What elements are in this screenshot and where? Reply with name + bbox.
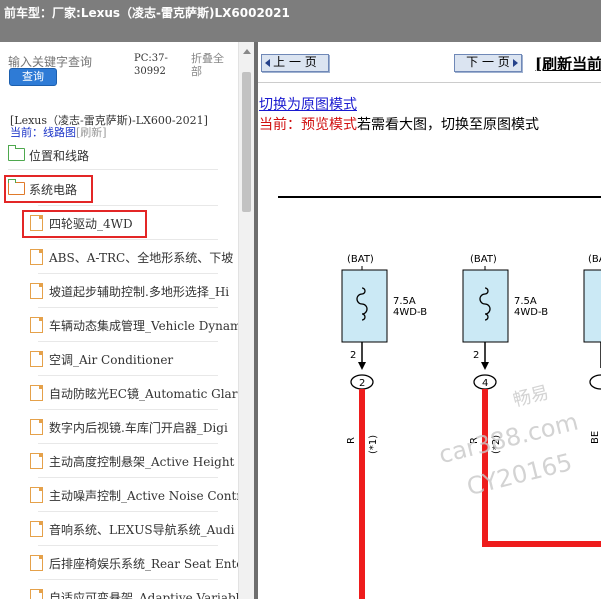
tree-label: 主动噪声控制_Active Noise Contr bbox=[49, 489, 238, 503]
tree-item[interactable]: 空调_Air Conditioner bbox=[30, 346, 238, 372]
tree-folder-system-circuit[interactable]: 系统电路 bbox=[8, 176, 208, 202]
switch-original-mode-link[interactable]: 切换为原图模式 bbox=[259, 94, 357, 114]
tree-label: 坡道起步辅助控制.多地形选择_Hi bbox=[49, 285, 230, 299]
fuse-2-box bbox=[462, 269, 509, 343]
fuse-3: (BAT) BE bbox=[583, 254, 601, 444]
document-icon bbox=[30, 317, 43, 333]
document-icon bbox=[30, 555, 43, 571]
tree-item[interactable]: 音响系统、LEXUS导航系统_Audi bbox=[30, 516, 238, 542]
left-pane: 查询 PC:37-30992 折叠全部 [Lexus（凌志-雷克萨斯)-LX60… bbox=[0, 42, 254, 599]
tree-item[interactable]: 自动防眩光EC镜_Automatic Glare bbox=[30, 380, 238, 406]
tree-label: 四轮驱动_4WD bbox=[49, 217, 133, 231]
vehicle-title: 前车型：厂家:Lexus（凌志-雷克萨斯)LX6002021 bbox=[4, 4, 290, 21]
view-mode-status: 当前：预览模式若需看大图，切换至原图模式 bbox=[259, 114, 539, 134]
tree-item[interactable]: 自适应可变悬架_Adaptive Variabl bbox=[30, 584, 238, 599]
vehicle-title-label: 前车型： bbox=[4, 6, 53, 20]
fuse-1-name: 4WD-B bbox=[393, 307, 427, 318]
title-bar: 前车型：厂家:Lexus（凌志-雷克萨斯)LX6002021 bbox=[0, 0, 601, 42]
wire-1-color: R bbox=[346, 437, 357, 444]
refresh-current-link[interactable]: [刷新当前 bbox=[535, 53, 601, 74]
arrow-left-icon bbox=[265, 59, 270, 67]
tree-label: 数字内后视镜.车库门开启器_Digi bbox=[49, 421, 228, 435]
document-icon bbox=[30, 487, 43, 503]
fuse-1-pin: 2 bbox=[350, 350, 356, 361]
fuse-1: (BAT) 7.5A 4WD-B 2 2 R (*1) bbox=[341, 254, 427, 599]
document-icon bbox=[30, 521, 43, 537]
tree-label: 位置和线路 bbox=[29, 149, 90, 163]
page-navigation: 上 一 页 下 一 页 [刷新当前 bbox=[258, 42, 601, 83]
tree-folder-location[interactable]: 位置和线路 bbox=[8, 142, 208, 168]
document-icon bbox=[30, 351, 43, 367]
prev-page-button[interactable]: 上 一 页 bbox=[261, 54, 329, 72]
fuse-2-source: (BAT) bbox=[470, 254, 497, 265]
fuse-1-box bbox=[341, 269, 388, 343]
fuse-2-pin: 2 bbox=[473, 350, 479, 361]
document-icon bbox=[30, 283, 43, 299]
status-label: 当前： bbox=[259, 117, 301, 133]
tree-label: 自适应可变悬架_Adaptive Variabl bbox=[49, 591, 238, 599]
connector-2-label: 4 bbox=[482, 378, 488, 389]
tree-item[interactable]: 坡道起步辅助控制.多地形选择_Hi bbox=[30, 278, 238, 304]
next-page-label: 下 一 页 bbox=[466, 55, 510, 69]
fuse-3-source: (BAT) bbox=[588, 254, 601, 265]
current-location: 当前：线路图[刷新] bbox=[10, 124, 107, 140]
tree-item-4wd[interactable]: 四轮驱动_4WD bbox=[30, 210, 238, 236]
tree-item[interactable]: 后排座椅娱乐系统_Rear Seat Ente bbox=[30, 550, 238, 576]
document-icon bbox=[30, 589, 43, 599]
tree-label: 车辆动态集成管理_Vehicle Dynam bbox=[49, 319, 238, 333]
folder-open-icon bbox=[8, 179, 25, 195]
document-icon bbox=[30, 419, 43, 435]
tree-item[interactable]: 主动高度控制悬架_Active Height bbox=[30, 448, 238, 474]
wire-3-color: BE bbox=[590, 431, 601, 444]
collapse-all-link[interactable]: 折叠全部 bbox=[191, 52, 231, 78]
wiring-diagram: (BAT) 7.5A 4WD-B 2 2 R (*1) (BAT) 7.5A 4… bbox=[278, 196, 601, 599]
tree-item[interactable]: 车辆动态集成管理_Vehicle Dynam bbox=[30, 312, 238, 338]
vehicle-title-value: 厂家:Lexus（凌志-雷克萨斯)LX6002021 bbox=[52, 6, 290, 20]
wire-1-note: (*1) bbox=[368, 435, 379, 454]
tree-label: 自动防眩光EC镜_Automatic Glare bbox=[49, 387, 238, 401]
tree-label: 后排座椅娱乐系统_Rear Seat Ente bbox=[49, 557, 238, 571]
document-icon bbox=[30, 249, 43, 265]
tree-item[interactable]: ABS、A-TRC、全地形系统、下坡 bbox=[30, 244, 238, 270]
status-tip: 若需看大图，切换至原图模式 bbox=[357, 117, 539, 133]
fuse-1-rating: 7.5A bbox=[393, 296, 416, 307]
pc-code: PC:37-30992 bbox=[134, 53, 168, 77]
tree-label: 音响系统、LEXUS导航系统_Audi bbox=[49, 523, 235, 537]
fuse-2-rating: 7.5A bbox=[514, 296, 537, 307]
search-button[interactable]: 查询 bbox=[9, 68, 57, 86]
connector-1-label: 2 bbox=[359, 378, 365, 389]
fuse-2-name: 4WD-B bbox=[514, 307, 548, 318]
current-value-link[interactable]: 线路图 bbox=[43, 126, 76, 139]
current-label: 当前： bbox=[10, 126, 43, 139]
left-scrollbar[interactable] bbox=[238, 42, 255, 599]
fuse-3-box bbox=[583, 269, 601, 343]
document-icon bbox=[30, 215, 43, 231]
scroll-thumb[interactable] bbox=[242, 72, 251, 212]
status-mode: 预览模式 bbox=[301, 117, 357, 133]
refresh-tree-link[interactable]: [刷新] bbox=[76, 126, 107, 139]
tree-item[interactable]: 主动噪声控制_Active Noise Contr bbox=[30, 482, 238, 508]
scroll-up-arrow-icon[interactable] bbox=[243, 49, 251, 54]
tree-label: 主动高度控制悬架_Active Height bbox=[49, 455, 235, 469]
document-icon bbox=[30, 385, 43, 401]
next-page-button[interactable]: 下 一 页 bbox=[454, 54, 522, 72]
tree-label: ABS、A-TRC、全地形系统、下坡 bbox=[49, 251, 234, 265]
document-icon bbox=[30, 453, 43, 469]
tree-label: 空调_Air Conditioner bbox=[49, 353, 174, 367]
arrow-right-icon bbox=[513, 59, 518, 67]
tree-label: 系统电路 bbox=[29, 183, 78, 197]
connector-3 bbox=[589, 374, 601, 390]
folder-icon bbox=[8, 145, 25, 161]
content-pane: 上 一 页 下 一 页 [刷新当前 切换为原图模式 当前：预览模式若需看大图，切… bbox=[258, 42, 601, 599]
prev-page-label: 上 一 页 bbox=[273, 55, 317, 69]
fuse-1-source: (BAT) bbox=[347, 254, 374, 265]
tree-item[interactable]: 数字内后视镜.车库门开启器_Digi bbox=[30, 414, 238, 440]
